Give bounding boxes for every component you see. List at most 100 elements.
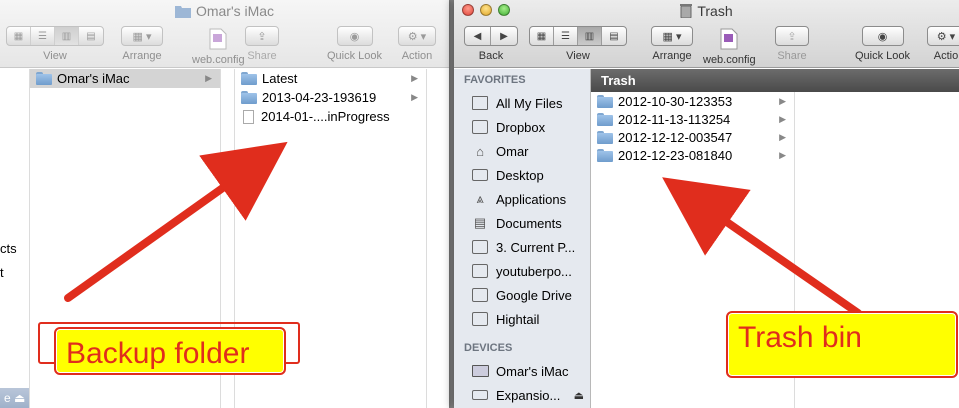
webconfig-button[interactable]: web.config: [192, 26, 245, 66]
view-control[interactable]: ▦ ☰ ▥ ▤ View: [6, 26, 104, 62]
webconfig-button[interactable]: web.config: [703, 26, 756, 66]
applications-icon: ⩓: [476, 191, 484, 206]
back-forward-control[interactable]: ◀ ▶ Back: [464, 26, 518, 62]
arrange-button[interactable]: ▦ ▾ Arrange: [651, 26, 693, 62]
quicklook-label: Quick Look: [855, 50, 911, 62]
gear-icon: ⚙ ▾: [398, 26, 436, 46]
sidebar-item-label: Dropbox: [496, 119, 546, 135]
action-label: Actio: [933, 50, 959, 62]
item-label: 2012-11-13-113254: [618, 111, 731, 127]
action-label: Action: [401, 50, 433, 62]
desktop-icon: [471, 167, 489, 183]
toolbar: Trash ◀ ▶ Back ▦ ☰ ▥ ▤ View ▦ ▾ Arrange: [454, 0, 959, 68]
sidebar-item-label: Hightail: [496, 311, 540, 327]
sidebar-item-label: Applications: [496, 191, 567, 207]
list-item[interactable]: 2014-01-....inProgress: [235, 107, 426, 126]
folder-icon: [174, 6, 191, 18]
disclosure-arrow-icon: ▶: [205, 73, 212, 83]
sidebar-item[interactable]: Desktop: [454, 163, 590, 187]
quicklook-button[interactable]: ◉ Quick Look: [327, 26, 382, 62]
folder-icon: [471, 263, 489, 279]
quicklook-button[interactable]: ◉ Quick Look: [855, 26, 910, 62]
sidebar-item-label: All My Files: [496, 95, 563, 111]
sidebar-item[interactable]: youtuberpo...: [454, 259, 590, 283]
truncated-text: cts: [0, 241, 17, 256]
sidebar-item-label: Documents: [496, 215, 562, 231]
list-item[interactable]: 2013-04-23-193619 ▶: [235, 88, 426, 107]
sidebar-item[interactable]: Hightail: [454, 307, 590, 331]
sidebar-item-label: Expansio...: [496, 387, 561, 403]
list-view-icon[interactable]: ☰: [31, 27, 55, 45]
view-label: View: [43, 50, 67, 62]
arrange-button[interactable]: ▦ ▾ Arrange: [121, 26, 163, 62]
file-icon: [243, 109, 254, 124]
config-file-icon: [719, 26, 739, 50]
bottom-bar: e ⏏: [0, 388, 29, 408]
favorites-header: FAVORITES: [464, 74, 526, 86]
sidebar-item[interactable]: ⌂ Omar: [454, 139, 590, 163]
action-button[interactable]: ⚙ ▾ Action: [398, 26, 436, 62]
share-button[interactable]: ⇪ Share: [775, 26, 809, 62]
item-label: 2013-04-23-193619: [262, 90, 377, 105]
list-item[interactable]: 2012-10-30-123353 ▶: [591, 92, 794, 110]
partial-sidebar: cts t e ⏏: [0, 69, 30, 408]
column-view-icon[interactable]: ▥: [578, 27, 602, 45]
disclosure-arrow-icon: ▶: [779, 149, 786, 160]
back-label: Back: [478, 50, 504, 62]
back-arrow-icon[interactable]: ◀: [465, 27, 491, 45]
documents-icon: ▤: [473, 215, 487, 230]
folder-icon: [597, 148, 613, 162]
pane-header: Trash: [591, 69, 959, 92]
icon-view-icon[interactable]: ▦: [7, 27, 31, 45]
finder-window-left: Omar's iMac ▦ ☰ ▥ ▤ View ▦ ▾ Arrange web…: [0, 0, 449, 408]
list-item[interactable]: Latest ▶: [235, 69, 426, 88]
sidebar-item[interactable]: ▤ Documents: [454, 211, 590, 235]
list-item[interactable]: 2012-12-12-003547 ▶: [591, 128, 794, 146]
sidebar-item[interactable]: 3. Current P...: [454, 235, 590, 259]
devices-header: DEVICES: [464, 342, 513, 354]
item-label: 2012-10-30-123353: [618, 93, 733, 109]
share-label: Share: [777, 50, 807, 62]
eject-icon[interactable]: ⏏: [574, 389, 584, 402]
list-item[interactable]: Omar's iMac ▶: [30, 69, 220, 88]
share-icon: ⇪: [245, 26, 279, 46]
share-icon: ⇪: [775, 26, 809, 46]
trash-icon: [680, 4, 693, 18]
disclosure-arrow-icon: ▶: [411, 73, 418, 83]
sidebar-item[interactable]: Omar's iMac: [454, 359, 590, 383]
folder-icon: [241, 91, 257, 104]
arrange-label: Arrange: [122, 50, 162, 62]
view-control[interactable]: ▦ ☰ ▥ ▤ View: [529, 26, 627, 62]
column-1: Omar's iMac ▶: [30, 69, 221, 408]
sidebar-item[interactable]: Expansio... ⏏: [454, 383, 590, 407]
home-icon: ⌂: [476, 143, 484, 159]
folder-icon: [471, 287, 489, 303]
sidebar-item[interactable]: All My Files: [454, 91, 590, 115]
forward-arrow-icon[interactable]: ▶: [491, 27, 517, 45]
list-item[interactable]: 2012-11-13-113254 ▶: [591, 110, 794, 128]
disclosure-arrow-icon: ▶: [779, 95, 786, 106]
folder-icon: [597, 112, 613, 126]
trash-pane: Trash 2012-10-30-123353 ▶ 2012-11-13-11325…: [591, 69, 959, 408]
column-gap: [221, 69, 235, 408]
sidebar-item[interactable]: Dropbox: [454, 115, 590, 139]
finder-window-trash: Trash ◀ ▶ Back ▦ ☰ ▥ ▤ View ▦ ▾ Arrange: [454, 0, 959, 408]
eye-icon: ◉: [336, 26, 373, 46]
list-view-icon[interactable]: ☰: [554, 27, 578, 45]
coverflow-view-icon[interactable]: ▤: [602, 27, 626, 45]
list-item[interactable]: 2012-12-23-081840 ▶: [591, 146, 794, 164]
trash-column: 2012-10-30-123353 ▶ 2012-11-13-113254 ▶ 2012…: [591, 92, 795, 408]
action-button[interactable]: ⚙ ▾ Actio: [927, 26, 959, 62]
column-view-icon[interactable]: ▥: [55, 27, 79, 45]
share-button[interactable]: ⇪ Share: [245, 26, 279, 62]
arrange-icon: ▦ ▾: [121, 26, 163, 46]
sidebar-item[interactable]: Google Drive: [454, 283, 590, 307]
sidebar-item[interactable]: ⩓ Applications: [454, 187, 590, 211]
sidebar: FAVORITES All My Files Dropbox ⌂ Omar Deskto…: [454, 69, 591, 408]
toolbar: Omar's iMac ▦ ☰ ▥ ▤ View ▦ ▾ Arrange web…: [0, 0, 449, 68]
icon-view-icon[interactable]: ▦: [530, 27, 554, 45]
drive-icon: [471, 387, 489, 403]
sidebar-item-label: Google Drive: [496, 287, 572, 303]
coverflow-view-icon[interactable]: ▤: [79, 27, 103, 45]
item-label: 2012-12-23-081840: [618, 147, 733, 163]
